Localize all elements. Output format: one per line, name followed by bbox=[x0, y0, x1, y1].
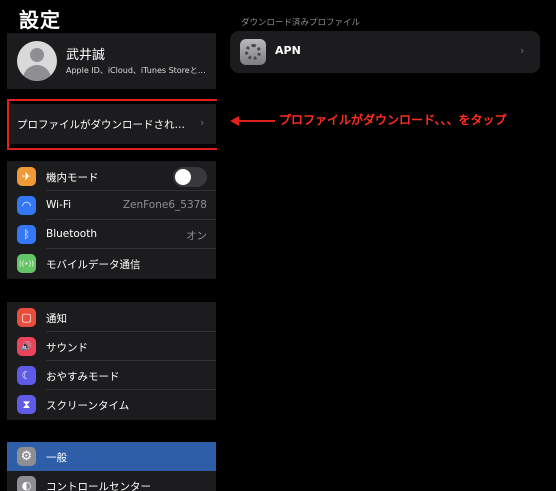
gear-icon: ⚙ bbox=[17, 447, 36, 466]
notifications-group: ▢ 通知 🔊 サウンド ☾ おやすみモード ⧗ スクリーンタイム bbox=[7, 302, 216, 420]
sidebar-item-control-center[interactable]: ◐ コントロールセンター bbox=[7, 471, 216, 491]
sidebar-item-label: モバイルデータ通信 bbox=[46, 259, 141, 271]
sidebar-item-wifi[interactable]: ◠ Wi-Fi ZenFone6_5378 bbox=[7, 191, 216, 220]
sidebar-item-airplane-mode[interactable]: ✈ 機内モード bbox=[7, 162, 216, 191]
sidebar-item-label: コントロールセンター bbox=[46, 481, 151, 491]
sidebar-item-label: 通知 bbox=[46, 313, 67, 325]
sidebar-item-label: 一般 bbox=[46, 452, 67, 464]
profile-subtitle: Apple ID、iCloud、iTunes Storeと… bbox=[66, 66, 206, 75]
settings-sidebar: 設定 武井誠 Apple ID、iCloud、iTunes Storeと… プロ… bbox=[0, 0, 217, 491]
highlight-box bbox=[7, 99, 217, 150]
moon-icon: ☾ bbox=[17, 366, 36, 385]
hourglass-icon: ⧗ bbox=[17, 395, 36, 414]
sidebar-item-label: Bluetooth bbox=[46, 228, 97, 240]
control-center-icon: ◐ bbox=[17, 476, 36, 491]
settings-gear-icon bbox=[240, 39, 266, 65]
sidebar-item-screen-time[interactable]: ⧗ スクリーンタイム bbox=[7, 390, 216, 419]
connectivity-group: ✈ 機内モード ◠ Wi-Fi ZenFone6_5378 ᛒ Bluetoot… bbox=[7, 161, 216, 279]
sidebar-item-cellular[interactable]: ((•)) モバイルデータ通信 bbox=[7, 249, 216, 278]
apn-profile-name: APN bbox=[275, 44, 301, 57]
page-title: 設定 bbox=[19, 8, 61, 32]
section-header: ダウンロード済みプロファイル bbox=[241, 18, 361, 28]
airplane-mode-toggle[interactable] bbox=[173, 167, 207, 187]
sidebar-item-sound[interactable]: 🔊 サウンド bbox=[7, 332, 216, 361]
cellular-icon: ((•)) bbox=[17, 254, 36, 273]
notifications-icon: ▢ bbox=[17, 308, 36, 327]
wifi-network-value: ZenFone6_5378 bbox=[122, 199, 207, 211]
bluetooth-status-value: オン bbox=[186, 230, 207, 242]
bluetooth-icon: ᛒ bbox=[17, 225, 36, 244]
profile-name: 武井誠 bbox=[66, 48, 106, 63]
annotation-text: プロファイルがダウンロード、、、をタップ bbox=[279, 113, 507, 127]
chevron-right-icon: › bbox=[520, 44, 525, 57]
sidebar-item-label: Wi-Fi bbox=[46, 199, 72, 211]
general-group: ⚙ 一般 ◐ コントロールセンター bbox=[7, 442, 216, 491]
apn-profile-row[interactable]: APN › bbox=[230, 31, 540, 73]
sidebar-item-do-not-disturb[interactable]: ☾ おやすみモード bbox=[7, 361, 216, 390]
sidebar-item-label: おやすみモード bbox=[46, 371, 120, 383]
sidebar-item-label: スクリーンタイム bbox=[46, 400, 130, 412]
sidebar-item-label: サウンド bbox=[46, 342, 88, 354]
wifi-icon: ◠ bbox=[17, 196, 36, 215]
apple-id-profile-row[interactable]: 武井誠 Apple ID、iCloud、iTunes Storeと… bbox=[7, 33, 216, 89]
avatar bbox=[17, 41, 57, 81]
sidebar-item-label: 機内モード bbox=[46, 172, 99, 184]
sidebar-item-notifications[interactable]: ▢ 通知 bbox=[7, 303, 216, 332]
sidebar-item-bluetooth[interactable]: ᛒ Bluetooth オン bbox=[7, 220, 216, 249]
annotation-arrow-line bbox=[238, 120, 275, 122]
profile-detail-pane: ダウンロード済みプロファイル APN › bbox=[217, 0, 556, 491]
sidebar-item-general[interactable]: ⚙ 一般 bbox=[7, 442, 216, 471]
airplane-icon: ✈ bbox=[17, 167, 36, 186]
sound-icon: 🔊 bbox=[17, 337, 36, 356]
